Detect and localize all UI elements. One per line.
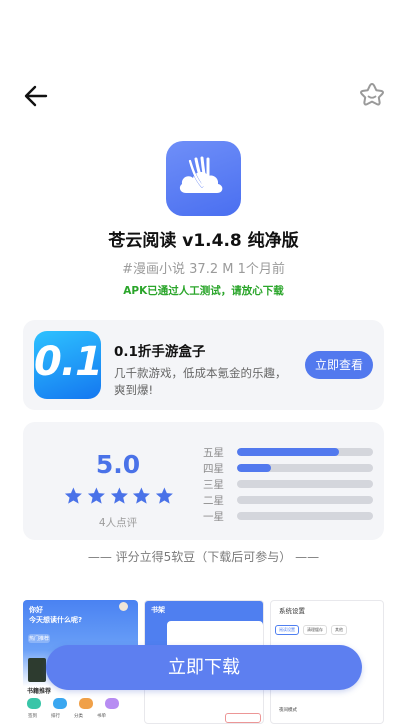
rating-distribution: 五星 四星 三星 二星 一星 [203, 444, 378, 524]
shot3-tab: 阅读设置 [275, 625, 299, 635]
verified-notice: APK已通过人工测试，请放心下载 [123, 285, 284, 297]
star-icon [133, 487, 151, 504]
shot-tab-icon [105, 698, 119, 709]
rating-bar-row: 三星 [203, 476, 378, 492]
shot3-tab: 其他 [331, 625, 347, 635]
star-icon [156, 487, 174, 504]
star-icon [87, 487, 105, 504]
shot-tab-icon [53, 698, 67, 709]
rating-score: 5.0 [95, 450, 141, 479]
shot-chip: 热门推荐 [28, 634, 50, 643]
app-icon [166, 141, 241, 216]
bar-label: 四星 [203, 462, 224, 475]
rating-bar-row: 四星 [203, 460, 378, 476]
bar-track [237, 448, 373, 456]
view-now-button[interactable]: 立即查看 [305, 351, 373, 379]
shot-section: 书籍推荐 [27, 688, 52, 695]
star-outline-icon [360, 83, 384, 106]
promo-description: 几千款游戏，低成本氪金的乐趣，爽到爆! [114, 366, 287, 397]
bar-label: 二星 [203, 494, 224, 507]
shot2-stamp [225, 713, 261, 723]
app-meta: #漫画小说 37.2 M 1个月前 [122, 262, 285, 277]
bar-fill [237, 464, 271, 472]
rating-bar-row: 二星 [203, 492, 378, 508]
promo-icon-text: 0.1 [34, 339, 101, 385]
shot3-title: 系统设置 [279, 607, 305, 615]
bar-track [237, 480, 373, 488]
shot-avatar [119, 602, 128, 611]
book-cloud-icon [179, 156, 223, 193]
shot-cover [28, 658, 46, 682]
rate-hint[interactable]: —— 评分立得5软豆（下载后可参与） —— [0, 548, 407, 565]
rating-stars [63, 486, 175, 506]
shot-tab-row [27, 698, 137, 709]
shot-tab-icon [27, 698, 41, 709]
shot-tab-labels: 签到 排行 分类 书单 [28, 713, 138, 719]
bar-track [237, 464, 373, 472]
rating-bar-row: 一星 [203, 508, 378, 524]
top-bar [0, 76, 407, 116]
bar-track [237, 512, 373, 520]
download-button[interactable]: 立即下载 [46, 645, 362, 690]
bar-track [237, 496, 373, 504]
app-title: 苍云阅读 v1.4.8 纯净版 [108, 231, 299, 251]
rating-count: 4人点评 [98, 517, 138, 529]
shot3-tab: 清理缓存 [303, 625, 327, 635]
bar-label: 五星 [203, 446, 224, 459]
star-icon [110, 487, 128, 504]
back-button[interactable] [20, 80, 52, 112]
shot-greeting: 你好 [29, 606, 43, 614]
shot-question: 今天想读什么呢? [29, 616, 83, 624]
bar-label: 一星 [203, 510, 224, 523]
shot3-tabs: 阅读设置 清理缓存 其他 [275, 625, 381, 635]
shot3-item: 夜间模式 [279, 708, 297, 713]
shot2-title: 书架 [151, 606, 165, 614]
rating-card: 5.0 4人点评 五星 四星 三星 二星 一星 [23, 422, 384, 540]
shot-tab-label: 签到 [28, 714, 37, 719]
star-icon [64, 487, 82, 504]
shot-tab-icon [79, 698, 93, 709]
shot-tab-label: 分类 [74, 714, 83, 719]
rating-bar-row: 五星 [203, 444, 378, 460]
favorite-button[interactable] [355, 79, 389, 113]
shot-tab-label: 排行 [51, 714, 60, 719]
bar-fill [237, 448, 339, 456]
shot-tab-label: 书单 [97, 714, 106, 719]
bar-label: 三星 [203, 478, 224, 491]
promo-title: 0.1折手游盒子 [114, 344, 206, 360]
promo-card[interactable]: 0.1 0.1折手游盒子 几千款游戏，低成本氪金的乐趣，爽到爆! 立即查看 [23, 320, 384, 410]
arrow-left-icon [24, 85, 48, 107]
promo-app-icon: 0.1 [34, 331, 101, 399]
